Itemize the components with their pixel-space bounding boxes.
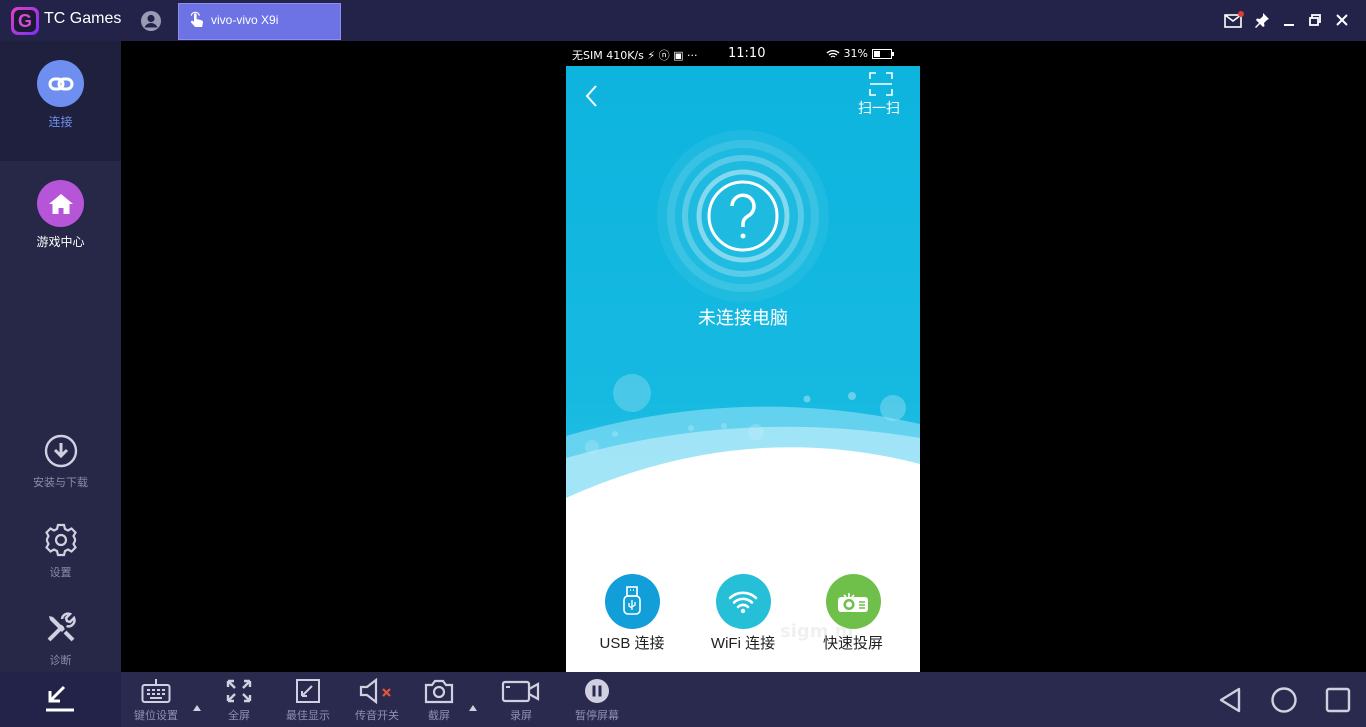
collapse-area [0, 672, 121, 727]
connection-status: 未连接电脑 [698, 308, 788, 329]
usb-connect-label: USB 连接 [599, 635, 665, 652]
best-display-button[interactable]: 最佳显示 [273, 678, 343, 723]
android-back-icon[interactable] [1217, 686, 1245, 714]
device-tab[interactable]: vivo-vivo X9i [178, 3, 341, 40]
usb-connect-button[interactable]: USB 连接 [587, 574, 677, 653]
battery-icon [872, 48, 894, 59]
audio-toggle-button[interactable]: 传音开关 [342, 678, 412, 723]
pause-icon [585, 679, 609, 703]
projector-icon [825, 574, 881, 629]
sidebar-item-label: 连接 [48, 115, 73, 129]
touch-hand-icon [187, 11, 207, 31]
minimize-icon[interactable] [1279, 10, 1299, 30]
wifi-connect-label: WiFi 连接 [710, 635, 776, 652]
home-icon [37, 180, 84, 227]
sidebar-item-label: 诊断 [49, 654, 72, 667]
status-right: 31% [826, 47, 894, 60]
sidebar-item-label: 安装与下载 [33, 476, 88, 489]
gear-icon [0, 522, 121, 558]
sidebar: 连接 游戏中心 安装与下载 设置 诊断 [0, 41, 121, 672]
sidebar-item-install-download[interactable]: 安装与下载 [0, 434, 121, 490]
status-time: 11:10 [728, 46, 766, 61]
screenshot-caret-icon[interactable] [469, 696, 477, 711]
restore-icon[interactable] [1305, 10, 1325, 30]
fullscreen-button[interactable]: 全屏 [204, 678, 274, 723]
battery-percent: 31% [843, 47, 868, 60]
pause-screen-button[interactable]: 暂停屏幕 [562, 678, 632, 723]
question-rings-icon [653, 126, 833, 306]
tools-icon [0, 610, 121, 646]
scan-label[interactable]: 扫一扫 [858, 98, 900, 118]
link-icon [37, 60, 84, 107]
phone-status-bar: 无SIM 410K/s ⚡ ⓝ ▣ ··· 11:10 31% [566, 41, 920, 66]
phone-screen: 扫一扫 未连接电脑 sigm m USB 连接 WiFi 连接 快速投屏 [566, 66, 920, 672]
download-icon [0, 434, 121, 468]
quick-cast-label: 快速投屏 [822, 635, 883, 652]
record-screen-label: 录屏 [510, 709, 532, 722]
fullscreen-label: 全屏 [228, 709, 250, 722]
scan-icon[interactable] [869, 72, 893, 96]
account-icon[interactable] [140, 10, 162, 32]
sidebar-item-label: 设置 [49, 566, 72, 579]
key-settings-button[interactable]: 键位设置 [121, 678, 191, 723]
status-left: 无SIM 410K/s ⚡ ⓝ ▣ ··· [572, 49, 698, 62]
wifi-icon [715, 574, 771, 629]
collapse-arrow-icon[interactable] [44, 683, 76, 717]
best-display-label: 最佳显示 [286, 709, 330, 722]
sidebar-item-label: 游戏中心 [36, 235, 85, 249]
bottom-toolbar: 键位设置 全屏 最佳显示 传音开关 截屏 录屏 暂停屏幕 [0, 672, 1366, 727]
sidebar-item-game-center[interactable]: 游戏中心 [0, 180, 121, 250]
app-logo-icon: G [11, 7, 39, 35]
sidebar-item-settings[interactable]: 设置 [0, 522, 121, 580]
screenshot-label: 截屏 [428, 709, 450, 722]
android-home-icon[interactable] [1270, 686, 1298, 714]
mute-icon [359, 678, 391, 704]
close-icon[interactable] [1332, 10, 1352, 30]
pin-icon[interactable] [1252, 10, 1272, 30]
android-recents-icon[interactable] [1324, 686, 1352, 714]
usb-icon [604, 574, 660, 629]
best-display-icon [296, 679, 320, 703]
app-title: TC Games [44, 10, 122, 27]
video-icon [501, 680, 540, 703]
keyboard-icon [141, 679, 171, 703]
screenshot-button[interactable]: 截屏 [404, 678, 474, 723]
sidebar-item-connect[interactable]: 连接 [0, 60, 121, 130]
record-screen-button[interactable]: 录屏 [486, 678, 556, 723]
back-icon[interactable] [584, 84, 600, 108]
wifi-connect-button[interactable]: WiFi 连接 [698, 574, 788, 653]
camera-icon [424, 679, 454, 704]
key-settings-label: 键位设置 [134, 709, 178, 722]
fullscreen-icon [226, 679, 252, 703]
sidebar-item-diagnose[interactable]: 诊断 [0, 610, 121, 668]
mail-icon[interactable] [1224, 10, 1244, 30]
quick-cast-button[interactable]: 快速投屏 [808, 574, 898, 653]
pause-screen-label: 暂停屏幕 [575, 709, 619, 722]
audio-toggle-label: 传音开关 [355, 709, 399, 722]
key-settings-caret-icon[interactable] [193, 696, 201, 711]
device-tab-label: vivo-vivo X9i [211, 13, 279, 27]
title-bar: G TC Games vivo-vivo X9i [0, 0, 1366, 41]
wifi-status-icon [826, 49, 839, 58]
